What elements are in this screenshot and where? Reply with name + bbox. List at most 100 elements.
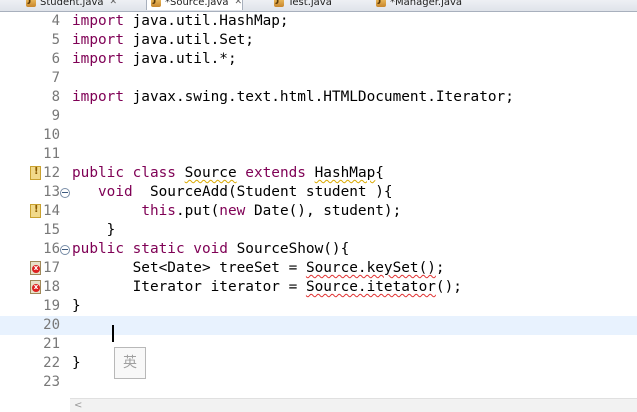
code-line[interactable]: 16 public static void SourceShow(){ bbox=[0, 240, 637, 259]
code-warning-token: Source bbox=[184, 165, 237, 181]
code-text: } bbox=[72, 297, 81, 316]
line-number: 21 bbox=[43, 336, 60, 352]
code-text: import java.util.*; bbox=[72, 50, 237, 69]
tab-label: Test.java bbox=[288, 0, 332, 8]
line-number: 4 bbox=[51, 13, 60, 29]
tab-manager-java[interactable]: *Manager.java bbox=[372, 0, 462, 10]
tab-label: *Source.java bbox=[165, 0, 229, 8]
code-keyword: import bbox=[72, 32, 124, 48]
code-line[interactable]: 5 import java.util.Set; bbox=[0, 31, 637, 50]
code-line[interactable]: 18 Iterator iterator = Source.itetator()… bbox=[0, 278, 637, 297]
code-token: javax.swing.text.html.HTMLDocument.Itera… bbox=[123, 89, 514, 105]
line-number: 5 bbox=[51, 32, 60, 48]
code-text: import java.util.Set; bbox=[72, 31, 254, 50]
code-keyword: this bbox=[141, 203, 176, 219]
code-text: void SourceAdd(Student student ){ bbox=[72, 183, 393, 202]
code-line[interactable]: 15 } bbox=[0, 221, 637, 240]
warning-marker-icon[interactable] bbox=[30, 166, 41, 180]
code-warning-token: HashMap bbox=[314, 165, 376, 181]
code-token: SourceAdd(Student student ){ bbox=[132, 184, 393, 200]
line-number: 13 bbox=[43, 184, 60, 200]
line-number: 23 bbox=[43, 374, 60, 390]
code-line[interactable]: 11 bbox=[0, 145, 637, 164]
code-token: .put( bbox=[175, 203, 220, 219]
code-token: } bbox=[72, 298, 81, 314]
error-marker-icon[interactable] bbox=[30, 280, 41, 294]
editor-tab-bar: Student.java ✕ *Source.java ✕ Test.java *Mana… bbox=[0, 0, 637, 12]
code-line[interactable]: 8 import javax.swing.text.html.HTMLDocume… bbox=[0, 88, 637, 107]
code-token: ; bbox=[435, 260, 445, 276]
line-number: 20 bbox=[43, 317, 60, 333]
close-icon[interactable]: ✕ bbox=[234, 0, 242, 7]
code-keyword: import bbox=[72, 13, 124, 29]
code-line[interactable]: 9 bbox=[0, 107, 637, 126]
code-line[interactable]: 21 bbox=[0, 335, 637, 354]
line-number: 11 bbox=[43, 146, 60, 162]
code-editor[interactable]: 4 import java.util.HashMap; 5 import java.u… bbox=[0, 12, 637, 398]
code-text: } bbox=[72, 221, 116, 240]
code-error-token: Source.itetator bbox=[305, 279, 436, 295]
code-text: Iterator iterator = Source.itetator(); bbox=[72, 278, 462, 297]
tab-source-java[interactable]: *Source.java ✕ bbox=[146, 0, 244, 10]
code-keyword: public class bbox=[72, 165, 185, 181]
code-line[interactable]: 10 bbox=[0, 126, 637, 145]
tab-test-java[interactable]: Test.java bbox=[270, 0, 332, 10]
code-token: { bbox=[375, 165, 384, 181]
java-file-icon bbox=[274, 0, 284, 7]
ide-window: Student.java ✕ *Source.java ✕ Test.java *Mana… bbox=[0, 0, 637, 412]
scroll-left-arrow-icon[interactable]: < bbox=[74, 400, 82, 411]
code-line[interactable]: 12public class Source extends HashMap{ bbox=[0, 164, 637, 183]
code-token: } bbox=[72, 355, 81, 371]
code-line[interactable]: 4 import java.util.HashMap; bbox=[0, 12, 637, 31]
line-number: 16 bbox=[43, 241, 60, 257]
code-token: SourceShow(){ bbox=[227, 241, 350, 257]
code-text: } bbox=[72, 354, 81, 373]
code-text: this.put(new Date(), student); bbox=[72, 202, 401, 221]
code-line[interactable]: 20 bbox=[0, 316, 637, 335]
code-line[interactable]: 6 import java.util.*; bbox=[0, 50, 637, 69]
code-token: java.util.HashMap; bbox=[123, 13, 289, 29]
code-keyword: extends bbox=[245, 165, 306, 181]
code-line[interactable]: 13 void SourceAdd(Student student ){ bbox=[0, 183, 637, 202]
close-icon[interactable]: ✕ bbox=[110, 0, 118, 7]
fold-collapse-icon[interactable] bbox=[60, 245, 70, 255]
java-file-icon bbox=[151, 0, 161, 7]
code-token: Date(), student); bbox=[245, 203, 402, 219]
line-number: 15 bbox=[43, 222, 60, 238]
code-token: (); bbox=[435, 279, 462, 295]
code-line[interactable]: 14 this.put(new Date(), student); bbox=[0, 202, 637, 221]
horizontal-scrollbar[interactable]: < bbox=[70, 398, 637, 412]
code-text: public class Source extends HashMap{ bbox=[72, 164, 384, 183]
warning-marker-icon[interactable] bbox=[30, 204, 41, 218]
java-file-icon bbox=[376, 0, 386, 7]
code-line[interactable]: 7 bbox=[0, 69, 637, 88]
code-line[interactable]: 17 Set<Date> treeSet = Source.keySet(); bbox=[0, 259, 637, 278]
error-marker-icon[interactable] bbox=[30, 261, 41, 275]
ime-language-indicator[interactable]: 英 bbox=[114, 347, 146, 379]
code-text: import java.util.HashMap; bbox=[72, 12, 289, 31]
tab-label: *Manager.java bbox=[390, 0, 463, 8]
code-keyword: import bbox=[72, 51, 124, 67]
code-text: public static void SourceShow(){ bbox=[72, 240, 349, 259]
code-line[interactable]: 19} bbox=[0, 297, 637, 316]
code-text: Set<Date> treeSet = Source.keySet(); bbox=[72, 259, 445, 278]
fold-collapse-icon[interactable] bbox=[60, 188, 70, 198]
code-line[interactable]: 23 bbox=[0, 373, 637, 392]
code-keyword: public static void bbox=[72, 241, 228, 257]
text-caret bbox=[112, 325, 114, 342]
code-line[interactable]: 22} bbox=[0, 354, 637, 373]
code-token: Iterator iterator = bbox=[72, 279, 306, 295]
tab-label: Student.java bbox=[40, 0, 104, 8]
code-keyword: void bbox=[72, 184, 133, 200]
line-number: 6 bbox=[51, 51, 60, 67]
tab-student-java[interactable]: Student.java ✕ bbox=[22, 0, 117, 10]
line-number: 10 bbox=[43, 127, 60, 143]
code-token: } bbox=[72, 222, 116, 238]
code-error-token: Source.keySet() bbox=[305, 260, 436, 276]
code-token: java.util.Set; bbox=[123, 32, 254, 48]
line-number: 19 bbox=[43, 298, 60, 314]
java-file-icon bbox=[26, 0, 36, 7]
